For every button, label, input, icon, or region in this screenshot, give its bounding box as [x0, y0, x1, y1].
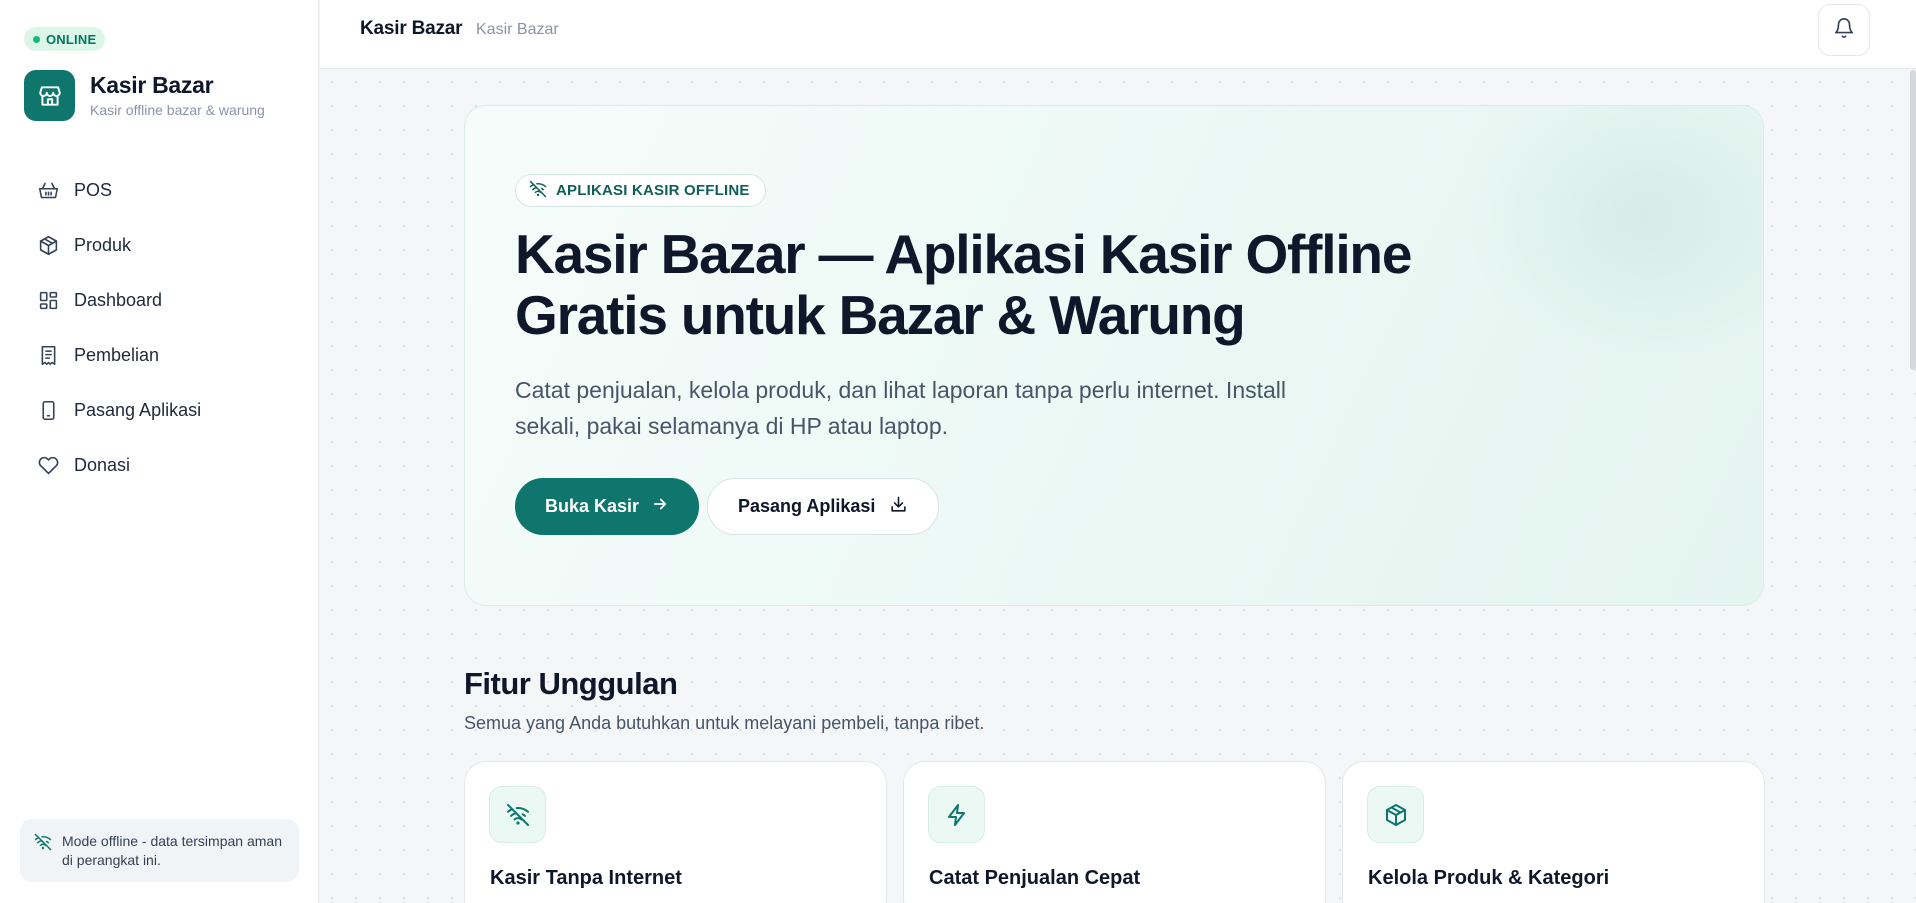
breadcrumb: Kasir Bazar: [476, 21, 559, 38]
brand-name: Kasir Bazar: [90, 72, 214, 98]
sidebar-item-produk[interactable]: Produk: [24, 218, 296, 273]
dashboard-icon: [37, 290, 59, 312]
download-icon: [889, 495, 908, 519]
bell-icon: [1833, 17, 1855, 44]
sidebar-item-label: Produk: [74, 235, 132, 255]
sidebar-item-label: Dashboard: [74, 290, 163, 310]
install-app-button[interactable]: Pasang Aplikasi: [707, 478, 940, 535]
hero-badge-label: APLIKASI KASIR OFFLINE: [556, 182, 750, 199]
wifi-off-icon: [529, 180, 547, 202]
sidebar-item-label: Pasang Aplikasi: [74, 400, 202, 420]
sidebar-item-label: Donasi: [74, 455, 131, 475]
notifications-button[interactable]: [1818, 4, 1870, 56]
top-bar: Kasir Bazar Kasir Bazar: [320, 0, 1916, 69]
feature-card-products[interactable]: Kelola Produk & Kategori: [1342, 761, 1765, 903]
page-title: Kasir Bazar: [360, 18, 463, 39]
online-status-badge: ONLINE: [24, 27, 106, 51]
arrow-right-icon: [651, 495, 669, 518]
scrollbar-thumb[interactable]: [1910, 70, 1916, 370]
status-dot-icon: [33, 35, 40, 43]
sidebar-item-dashboard[interactable]: Dashboard: [24, 273, 296, 328]
feature-card-fast-sales[interactable]: Catat Penjualan Cepat: [903, 761, 1326, 903]
basket-icon: [37, 180, 59, 202]
feature-card-offline[interactable]: Kasir Tanpa Internet: [464, 761, 887, 903]
wifi-off-icon: [489, 786, 546, 843]
sidebar-item-label: Pembelian: [74, 345, 160, 365]
offline-mode-note: Mode offline - data tersimpan aman di pe…: [20, 819, 299, 882]
hero-title: Kasir Bazar — Aplikasi Kasir Offline Gra…: [515, 223, 1412, 346]
features-title: Fitur Unggulan: [464, 666, 678, 701]
sidebar: ONLINE Kasir Bazar Kasir offline bazar &…: [0, 0, 319, 903]
box-icon: [37, 235, 59, 257]
feature-card-title: Kasir Tanpa Internet: [490, 867, 682, 889]
features-subtitle: Semua yang Anda butuhkan untuk melayani …: [464, 713, 985, 733]
status-label: ONLINE: [46, 31, 97, 47]
hero-badge: APLIKASI KASIR OFFLINE: [515, 174, 766, 207]
sidebar-item-label: POS: [74, 180, 113, 200]
feature-card-title: Kelola Produk & Kategori: [1368, 867, 1610, 889]
hero-description: Catat penjualan, kelola produk, dan liha…: [515, 377, 1287, 439]
main-content: APLIKASI KASIR OFFLINE Kasir Bazar — Apl…: [320, 70, 1916, 903]
hero-section: APLIKASI KASIR OFFLINE Kasir Bazar — Apl…: [464, 105, 1764, 606]
sidebar-item-pasang-aplikasi[interactable]: Pasang Aplikasi: [24, 383, 296, 438]
receipt-icon: [37, 345, 59, 367]
brand-tagline: Kasir offline bazar & warung: [90, 102, 265, 118]
open-cashier-label: Buka Kasir: [545, 496, 640, 516]
offline-note-text: Mode offline - data tersimpan aman di pe…: [62, 833, 282, 868]
wifi-off-icon: [34, 833, 52, 851]
install-app-label: Pasang Aplikasi: [738, 496, 876, 516]
lightning-icon: [928, 786, 985, 843]
sidebar-nav: POS Produk Dashboard Pembelian Pasang Ap…: [24, 163, 296, 493]
heart-icon: [37, 455, 59, 477]
store-logo-icon[interactable]: [24, 70, 75, 121]
sidebar-item-pos[interactable]: POS: [24, 163, 296, 218]
open-cashier-button[interactable]: Buka Kasir: [515, 478, 700, 535]
phone-icon: [37, 400, 59, 422]
sidebar-item-donasi[interactable]: Donasi: [24, 438, 296, 493]
feature-card-title: Catat Penjualan Cepat: [929, 867, 1141, 889]
box-icon: [1367, 786, 1424, 843]
sidebar-item-pembelian[interactable]: Pembelian: [24, 328, 296, 383]
